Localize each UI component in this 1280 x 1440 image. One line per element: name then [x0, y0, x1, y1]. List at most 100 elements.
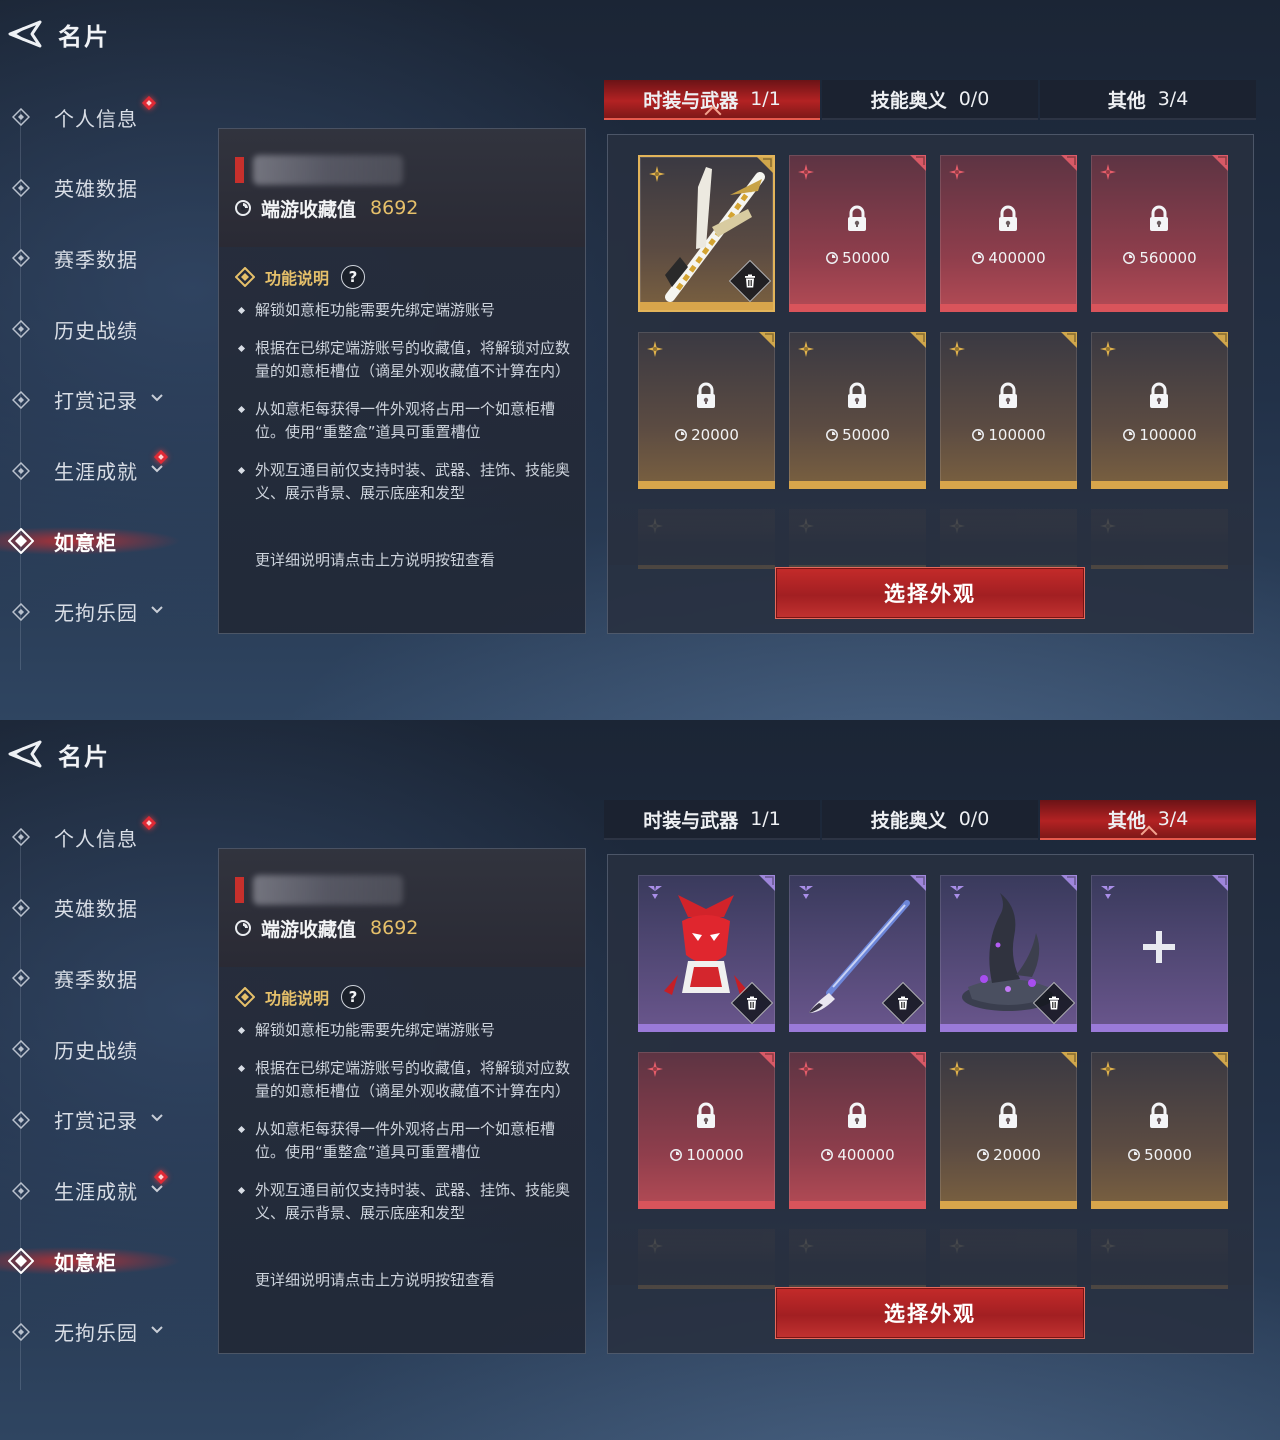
rarity-bar: [640, 302, 773, 310]
rarity-star-icon: [948, 517, 966, 535]
sidebar-item-6[interactable]: 如意柜: [0, 516, 200, 566]
sidebar-item-7[interactable]: 无拘乐园: [0, 587, 200, 637]
collection-icon: [235, 920, 251, 936]
rarity-star-icon: [1099, 1060, 1117, 1078]
chevron-down-icon: [150, 604, 164, 619]
tab-fashion-weapon[interactable]: 时装与武器 1/1: [604, 800, 820, 840]
rarity-star-icon: [1099, 340, 1117, 358]
tab-fashion-weapon[interactable]: 时装与武器 1/1: [604, 80, 820, 120]
sidebar-item-1[interactable]: 英雄数据: [0, 883, 200, 933]
unlock-cost-value: 400000: [837, 1146, 895, 1164]
lock-icon: [992, 380, 1024, 412]
unlock-cost-value: 20000: [691, 426, 739, 444]
slot-card[interactable]: 20000: [638, 332, 775, 489]
sidebar-item-5[interactable]: 生涯成就: [0, 446, 200, 496]
sidebar-item-6[interactable]: 如意柜: [0, 1236, 200, 1286]
slot-card[interactable]: 50000: [789, 155, 926, 312]
description-item: 外观互通目前仅支持时装、武器、挂饰、技能奥义、展示背景、展示底座和发型: [237, 1179, 571, 1225]
nav-diamond-icon: [11, 898, 31, 917]
tab-count: 3/4: [1157, 808, 1189, 830]
description-item: 解锁如意柜功能需要先绑定端游账号: [237, 1019, 571, 1042]
tab-count: 1/1: [750, 88, 781, 110]
lock-icon: [841, 380, 873, 412]
help-button[interactable]: ?: [341, 265, 366, 289]
rarity-star-icon: [948, 883, 966, 901]
unlock-cost: 50000: [1091, 1146, 1228, 1164]
sidebar-item-label: 无拘乐园: [54, 1321, 138, 1346]
collection-label: 端游收藏值: [261, 918, 357, 941]
slot-card[interactable]: 20000: [940, 1052, 1077, 1209]
slot-card[interactable]: [940, 875, 1077, 1032]
rarity-bar: [789, 1024, 926, 1032]
sidebar-item-3[interactable]: 历史战绩: [0, 304, 200, 354]
collection-icon: [674, 428, 688, 442]
function-description-header: 功能说明 ?: [235, 263, 366, 291]
unlock-cost: 20000: [638, 426, 775, 444]
lock-icon: [841, 203, 873, 235]
rarity-bar: [940, 304, 1077, 312]
slot-card[interactable]: 400000: [789, 1052, 926, 1209]
slot-card[interactable]: 100000: [940, 332, 1077, 489]
tab-other[interactable]: 其他 3/4: [1040, 800, 1256, 840]
slot-card: [638, 1229, 775, 1289]
nav-diamond-icon: [11, 602, 31, 621]
sidebar-item-0[interactable]: 个人信息: [0, 92, 200, 142]
rarity-bar: [1091, 481, 1228, 489]
unlock-cost-value: 50000: [1144, 1146, 1192, 1164]
sidebar-item-2[interactable]: 赛季数据: [0, 233, 200, 283]
sidebar-item-4[interactable]: 打赏记录: [0, 375, 200, 425]
slot-card[interactable]: 400000: [940, 155, 1077, 312]
lock-icon: [841, 1100, 873, 1132]
lock-icon: [690, 380, 722, 412]
info-panel: 端游收藏值 8692 功能说明 ? 解锁如意柜功能需要先绑定端游账号 根据在已绑…: [218, 128, 586, 634]
sidebar-item-1[interactable]: 英雄数据: [0, 163, 200, 213]
back-arrow-icon[interactable]: [2, 736, 46, 772]
rarity-star-icon: [797, 340, 815, 358]
lock-icon: [1143, 203, 1175, 235]
unlock-cost-value: 400000: [988, 249, 1046, 267]
card-screen: 名片 个人信息 英雄数据 赛季数据 历史战绩 打赏记录 生涯成就 如意柜 无拘乐园 端游收藏值…: [0, 720, 1280, 1440]
sidebar-item-4[interactable]: 打赏记录: [0, 1095, 200, 1145]
sidebar-item-2[interactable]: 赛季数据: [0, 953, 200, 1003]
rarity-bar: [940, 1201, 1077, 1209]
rarity-star-icon: [646, 1237, 664, 1255]
tab-skill-ultimate[interactable]: 技能奥义 0/0: [822, 80, 1038, 120]
chevron-down-icon: [150, 1112, 164, 1127]
slot-card[interactable]: 100000: [1091, 332, 1228, 489]
slot-card[interactable]: [789, 875, 926, 1032]
sidebar: 个人信息英雄数据赛季数据历史战绩打赏记录生涯成就如意柜无拘乐园: [0, 80, 200, 680]
collection-label: 端游收藏值: [261, 198, 357, 221]
slot-card[interactable]: [638, 155, 775, 312]
lock-icon: [1143, 380, 1175, 412]
select-appearance-button[interactable]: 选择外观: [775, 1287, 1085, 1339]
blurred-username: [253, 875, 403, 905]
slot-card[interactable]: [638, 875, 775, 1032]
slot-card[interactable]: [1091, 875, 1228, 1032]
collection-value-row: 端游收藏值 8692: [233, 195, 418, 221]
rarity-star-icon: [646, 1060, 664, 1078]
rarity-star-icon: [797, 883, 815, 901]
sidebar-item-0[interactable]: 个人信息: [0, 812, 200, 862]
collection-icon: [1122, 251, 1136, 265]
tab-skill-ultimate[interactable]: 技能奥义 0/0: [822, 800, 1038, 840]
rarity-bar: [638, 1201, 775, 1209]
slot-card[interactable]: 100000: [638, 1052, 775, 1209]
unlock-cost-value: 20000: [993, 1146, 1041, 1164]
slot-card[interactable]: 50000: [789, 332, 926, 489]
select-appearance-button[interactable]: 选择外观: [775, 567, 1085, 619]
sidebar-item-3[interactable]: 历史战绩: [0, 1024, 200, 1074]
collection-icon: [971, 251, 985, 265]
slot-card[interactable]: 50000: [1091, 1052, 1228, 1209]
back-arrow-icon[interactable]: [2, 16, 46, 52]
tab-other[interactable]: 其他 3/4: [1040, 80, 1256, 120]
sidebar-item-7[interactable]: 无拘乐园: [0, 1307, 200, 1357]
diamond-icon: [235, 267, 255, 287]
user-header: 端游收藏值 8692: [219, 129, 585, 247]
rarity-star-icon: [797, 1060, 815, 1078]
sidebar-item-5[interactable]: 生涯成就: [0, 1166, 200, 1216]
sidebar-item-label: 无拘乐园: [54, 601, 138, 626]
slot-card[interactable]: 560000: [1091, 155, 1228, 312]
help-button[interactable]: ?: [341, 985, 366, 1009]
sidebar-item-label: 生涯成就: [54, 460, 138, 484]
sidebar: 个人信息英雄数据赛季数据历史战绩打赏记录生涯成就如意柜无拘乐园: [0, 800, 200, 1400]
